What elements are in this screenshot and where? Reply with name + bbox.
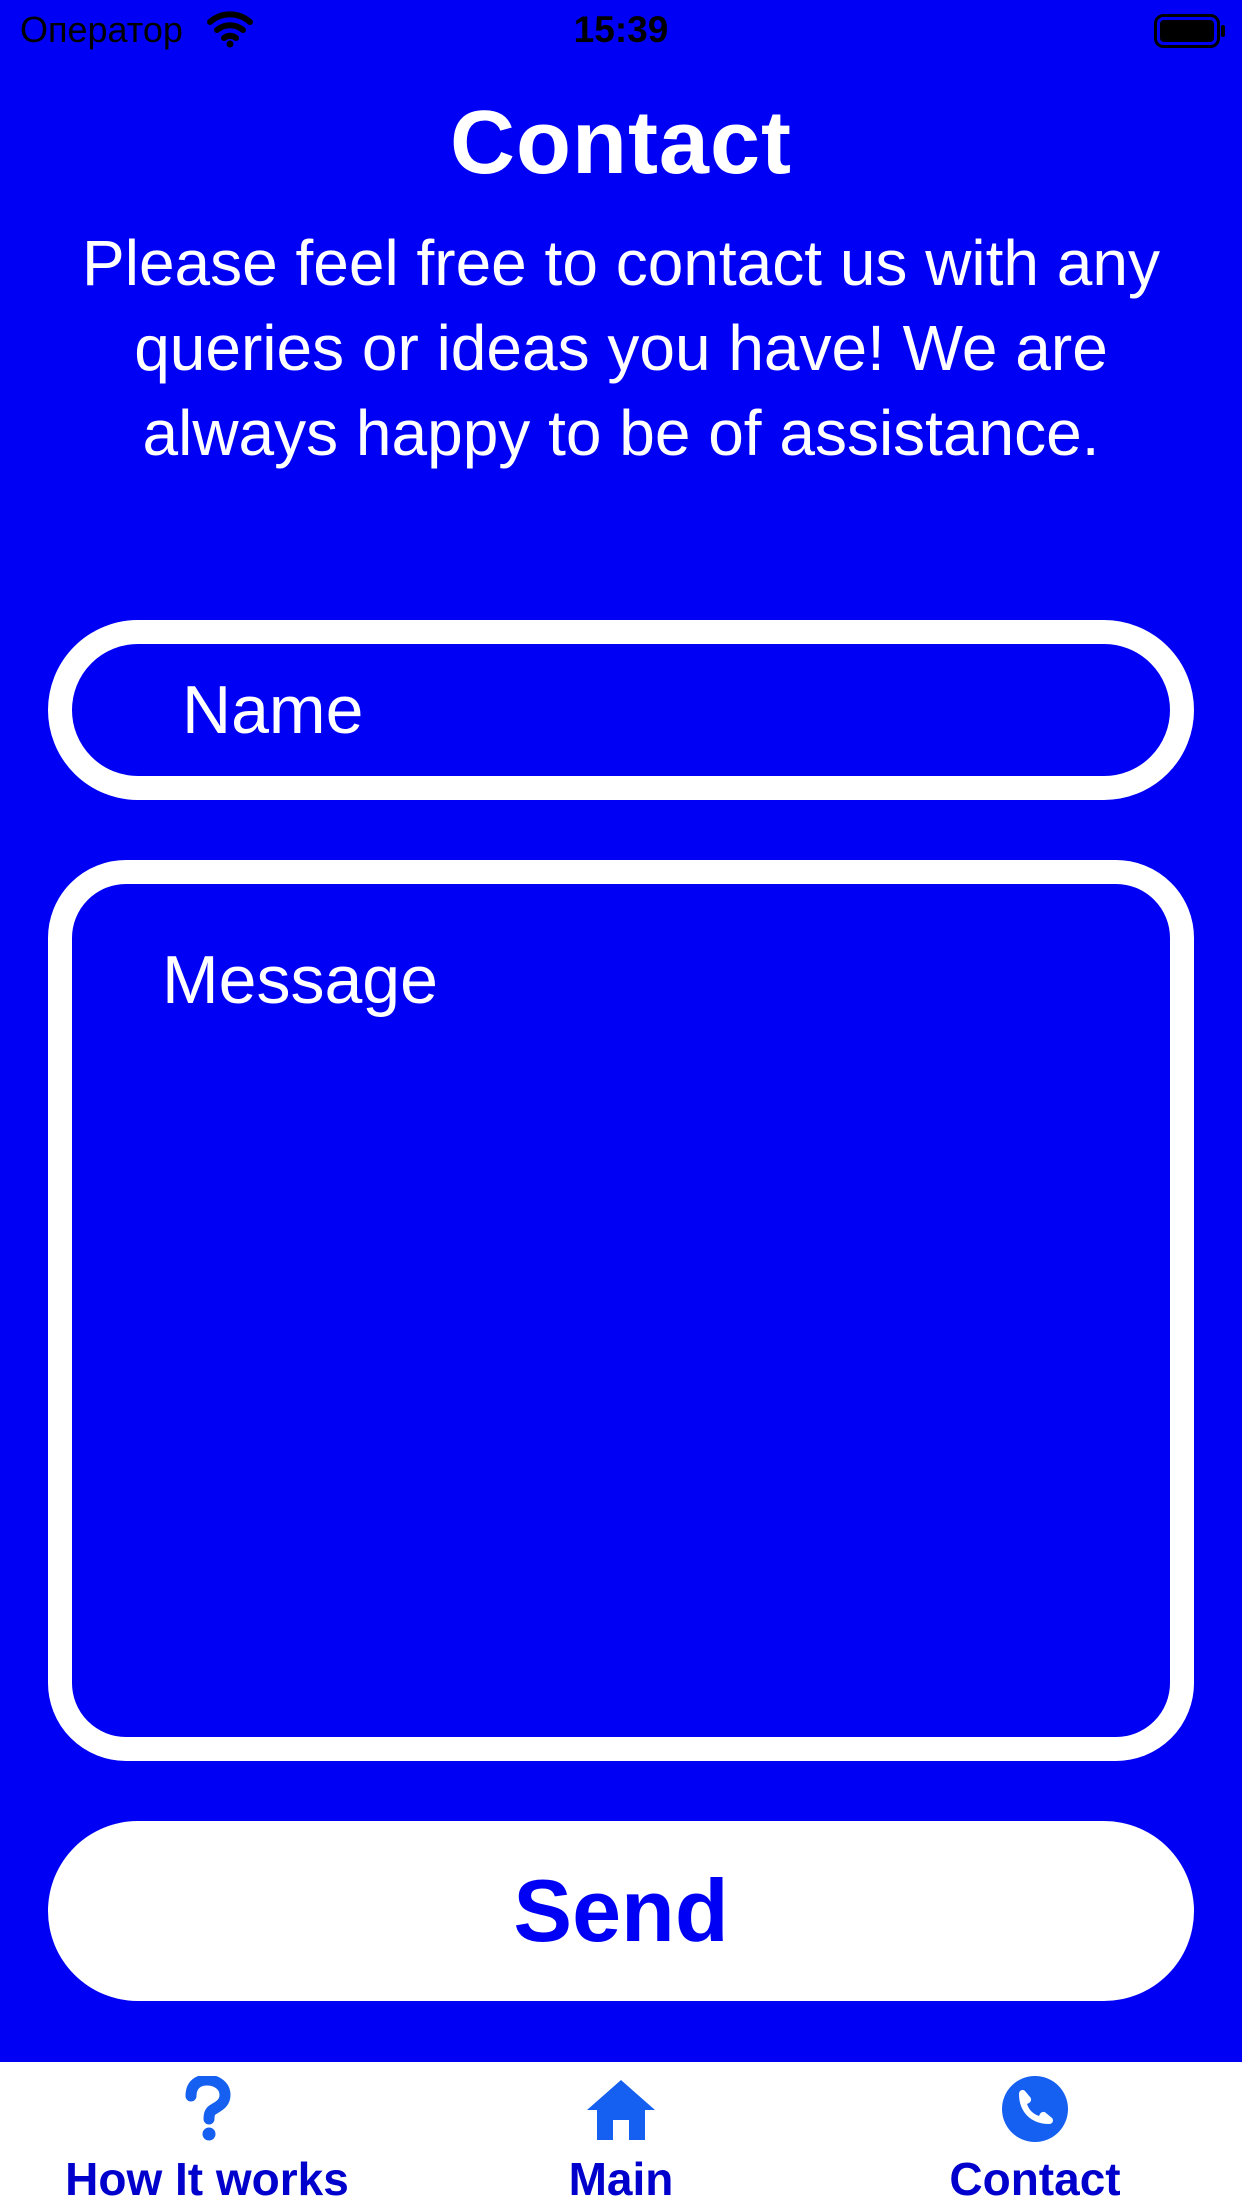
clock: 15:39 [573,9,669,50]
tab-contact[interactable]: Contact [828,2062,1242,2208]
send-button[interactable]: Send [48,1821,1194,2001]
message-field[interactable] [48,860,1194,1761]
page-title: Contact [450,93,792,193]
tab-how-it-works[interactable]: How It works [0,2062,414,2208]
tab-label: Main [568,2153,674,2205]
tab-label: How It works [65,2153,349,2205]
tab-bar: How It works Main Contact [0,2062,1242,2208]
name-field[interactable] [48,620,1194,800]
name-input[interactable] [182,644,1162,776]
home-icon [587,2080,655,2140]
phone-icon [1002,2076,1068,2142]
question-mark-icon [185,2076,231,2141]
tab-label: Contact [949,2153,1121,2205]
battery-full-icon [1154,14,1226,48]
message-input[interactable] [162,940,1122,1700]
status-bar: Оператор 15:39 [0,0,1242,62]
intro-text: Please feel free to contact us with any … [82,227,1160,469]
tab-main[interactable]: Main [414,2062,828,2208]
